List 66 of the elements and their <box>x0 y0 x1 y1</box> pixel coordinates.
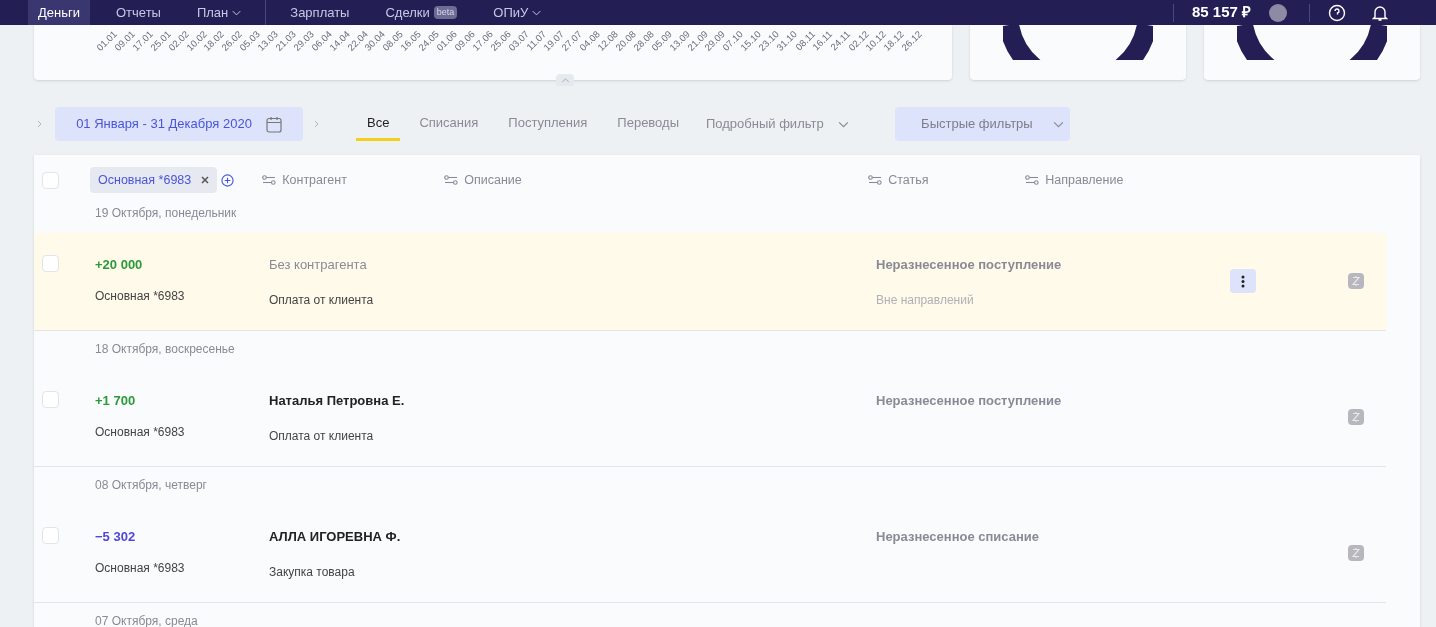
kebab-icon <box>1241 274 1245 288</box>
amount: +1 700 <box>95 392 137 410</box>
quick-filters-dropdown[interactable]: Быстрые фильтры <box>894 107 1070 141</box>
column-filter-header[interactable]: Описание <box>444 170 869 190</box>
category-name: Неразнесенное поступление <box>876 256 1063 274</box>
amount: +20 000 <box>95 256 144 274</box>
bell-icon[interactable] <box>1372 3 1388 22</box>
balance-amount: 85 157 ₽ <box>1191 2 1251 23</box>
checkbox[interactable] <box>42 255 59 272</box>
nav-tab[interactable]: Отчеты <box>106 0 171 25</box>
category-name: Неразнесенное списание <box>876 528 1041 546</box>
filter-tab[interactable]: Все <box>356 107 401 141</box>
status-badge-icon <box>1348 545 1364 561</box>
more-options-button[interactable] <box>1230 269 1256 293</box>
nav-tab[interactable]: Деньги <box>28 0 90 25</box>
counterparty-name: Без контрагента <box>269 256 368 274</box>
checkbox[interactable] <box>42 527 59 544</box>
filter-tab[interactable]: Переводы <box>606 107 690 141</box>
column-filter-header[interactable]: Направление <box>1025 170 1124 190</box>
transaction-row[interactable]: +20 000 Основная *6983 Без контрагента Оплата от клиента Неразнесенное поступление Вне направлений <box>34 233 1386 331</box>
checkbox[interactable] <box>42 171 59 189</box>
chevron-down-icon <box>837 120 849 128</box>
account-name: Основная *6983 <box>95 559 186 577</box>
account-name: Основная *6983 <box>95 423 186 441</box>
help-icon[interactable] <box>1328 3 1346 22</box>
amount: −5 302 <box>95 528 137 546</box>
filter-tab[interactable]: Поступления <box>497 107 599 141</box>
date-group-label: 07 Октября, среда <box>95 613 199 627</box>
beta-badge: beta <box>433 5 458 20</box>
description-text: Оплата от клиента <box>269 427 375 445</box>
column-filter-header[interactable]: Статья <box>868 170 1026 190</box>
counterparty-name: Наталья Петровна Е. <box>269 392 406 410</box>
chevron-down-icon <box>1052 120 1064 128</box>
transaction-row[interactable]: −5 302 Основная *6983 АЛЛА ИГОРЕВНА Ф. Закупка товара Неразнесенное списание <box>34 505 1386 603</box>
detailed-filter-dropdown[interactable]: Подробный фильтр <box>706 114 849 134</box>
direction-text: Вне направлений <box>876 291 975 309</box>
description-text: Оплата от клиента <box>269 291 375 309</box>
close-icon[interactable] <box>201 176 210 184</box>
date-group-label: 08 Октября, четверг <box>95 477 208 494</box>
column-filter-header[interactable]: Контрагент <box>262 170 445 190</box>
chip-label: Основная *6983 <box>98 171 192 189</box>
status-badge-icon <box>1348 273 1364 289</box>
account-name: Основная *6983 <box>95 287 186 305</box>
date-range-button[interactable]: 01 Января - 31 Декабря 2020 <box>55 107 303 141</box>
sliders-icon <box>868 175 883 185</box>
account-filter-chip[interactable]: Основная *6983 <box>90 167 218 193</box>
status-badge-icon <box>1348 409 1364 425</box>
nav-tab[interactable]: План <box>186 0 252 25</box>
date-group-label: 18 Октября, воскресенье <box>95 341 236 358</box>
chevron-up-icon <box>560 77 570 83</box>
calendar-icon <box>265 115 282 133</box>
counterparty-name: АЛЛА ИГОРЕВНА Ф. <box>269 528 402 546</box>
sliders-icon <box>1025 175 1040 185</box>
caret-icon <box>232 9 242 16</box>
add-circle-icon[interactable] <box>221 173 235 187</box>
nav-tab[interactable]: ОПиУ <box>483 0 552 25</box>
nav-tab[interactable]: Сделки beta <box>375 0 468 25</box>
filter-tab[interactable]: Списания <box>408 107 490 141</box>
category-name: Неразнесенное поступление <box>876 392 1063 410</box>
sliders-icon <box>262 175 277 185</box>
checkbox[interactable] <box>42 391 59 408</box>
caret-icon <box>532 9 542 16</box>
sliders-icon <box>444 175 459 185</box>
date-group-label: 19 Октября, понедельник <box>95 205 238 222</box>
description-text: Закупка товара <box>269 563 356 581</box>
transaction-row[interactable]: +1 700 Основная *6983 Наталья Петровна Е. Оплата от клиента Неразнесенное поступление <box>34 369 1386 467</box>
